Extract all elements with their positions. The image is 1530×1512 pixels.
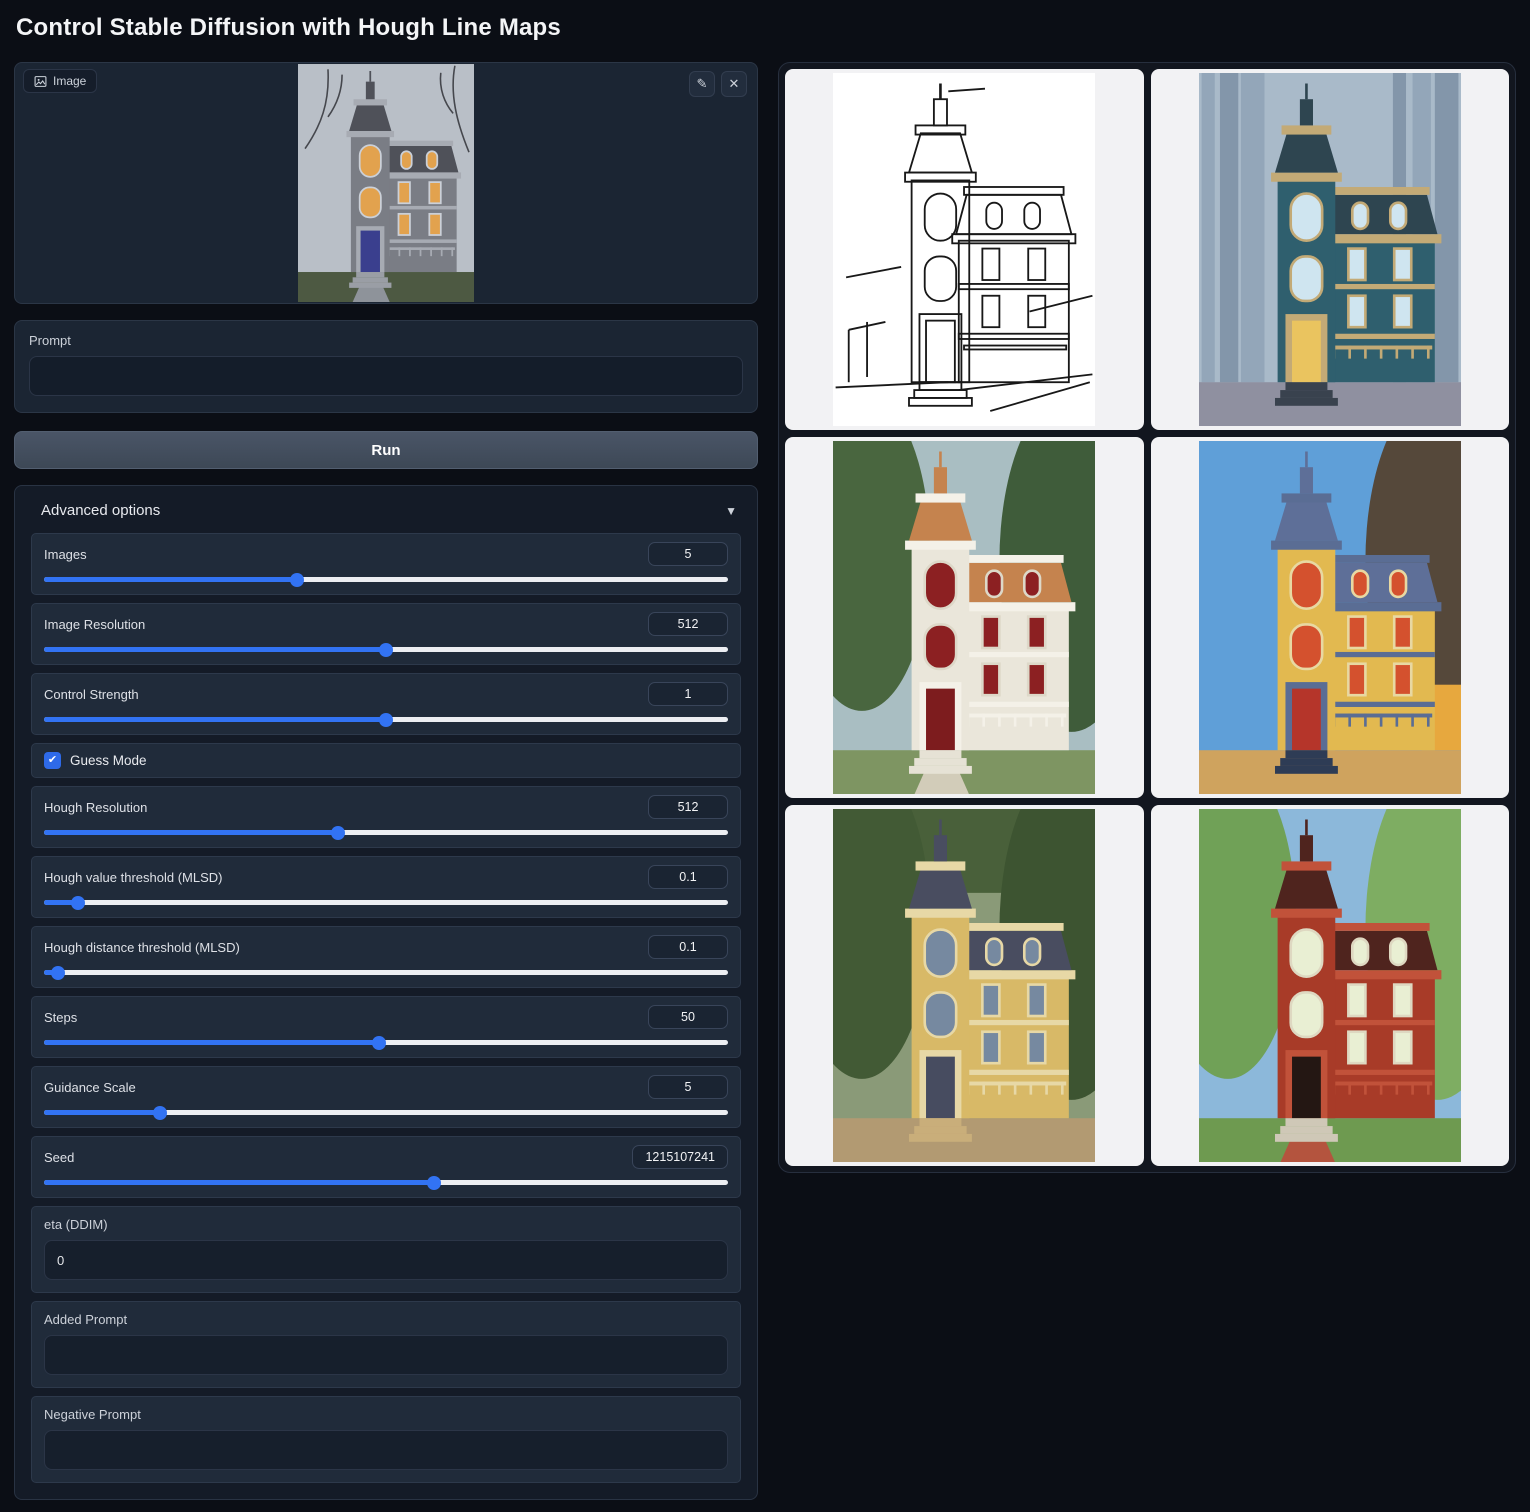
slider-value-box[interactable]: 1215107241	[632, 1145, 728, 1169]
slider-fill	[44, 577, 297, 582]
image-input[interactable]: Image ✎ ✕	[14, 62, 758, 304]
slider-row-image-resolution: Image Resolution 512	[31, 603, 741, 665]
slider-value-box[interactable]: 5	[648, 542, 728, 566]
advanced-options-header[interactable]: Advanced options ▼	[31, 486, 741, 533]
page-title: Control Stable Diffusion with Hough Line…	[16, 14, 1516, 42]
slider-row-seed: Seed 1215107241	[31, 1136, 741, 1198]
slider-label: Seed	[44, 1150, 74, 1165]
slider-track[interactable]	[44, 1110, 728, 1115]
slider-thumb[interactable]	[71, 896, 85, 910]
slider-row-hough-resolution: Hough Resolution 512	[31, 786, 741, 848]
gallery-item-generated-house-white[interactable]	[785, 437, 1144, 798]
gallery-item-hough-line-map[interactable]	[785, 69, 1144, 430]
slider-row-hough-value-threshold-mlsd: Hough value threshold (MLSD) 0.1	[31, 856, 741, 918]
slider-track[interactable]	[44, 577, 728, 582]
advanced-options-panel: Advanced options ▼ Images 5 Image Resoluti…	[14, 485, 758, 1500]
checkbox-check-icon[interactable]: ✔	[44, 752, 61, 769]
slider-thumb[interactable]	[372, 1036, 386, 1050]
slider-track[interactable]	[44, 647, 728, 652]
advanced-rows: Images 5 Image Resolution 512 Control Streng…	[31, 533, 741, 1198]
slider-value-box[interactable]: 50	[648, 1005, 728, 1029]
slider-thumb[interactable]	[427, 1176, 441, 1190]
slider-fill	[44, 1180, 434, 1185]
image-input-label: Image	[23, 69, 97, 93]
slider-fill	[44, 830, 338, 835]
slider-track[interactable]	[44, 1180, 728, 1185]
added-prompt-label: Added Prompt	[44, 1312, 728, 1327]
slider-row-hough-distance-threshold-mlsd: Hough distance threshold (MLSD) 0.1	[31, 926, 741, 988]
slider-label: Hough distance threshold (MLSD)	[44, 940, 240, 955]
eta-input[interactable]	[44, 1240, 728, 1280]
negative-prompt-block: Negative Prompt	[31, 1396, 741, 1483]
edit-image-button[interactable]: ✎	[689, 71, 715, 97]
app-page: Control Stable Diffusion with Hough Line…	[0, 0, 1530, 1512]
slider-track[interactable]	[44, 900, 728, 905]
checkbox-label: Guess Mode	[70, 753, 147, 768]
controls-column: Image ✎ ✕ Prompt Run Advanced options ▼ …	[14, 62, 758, 1500]
slider-value-box[interactable]: 0.1	[648, 865, 728, 889]
slider-value-box[interactable]: 512	[648, 795, 728, 819]
prompt-input[interactable]	[29, 356, 743, 396]
negative-prompt-input[interactable]	[44, 1430, 728, 1470]
output-gallery	[778, 62, 1516, 1173]
chevron-down-icon: ▼	[725, 504, 737, 518]
run-button[interactable]: Run	[14, 431, 758, 469]
eta-label: eta (DDIM)	[44, 1217, 728, 1232]
slider-row-images: Images 5	[31, 533, 741, 595]
slider-label: Steps	[44, 1010, 77, 1025]
pencil-icon: ✎	[697, 76, 708, 92]
slider-value-box[interactable]: 5	[648, 1075, 728, 1099]
slider-row-guidance-scale: Guidance Scale 5	[31, 1066, 741, 1128]
slider-fill	[44, 647, 386, 652]
slider-track[interactable]	[44, 830, 728, 835]
input-image-art[interactable]	[298, 64, 474, 302]
slider-fill	[44, 1110, 160, 1115]
slider-track[interactable]	[44, 717, 728, 722]
slider-track[interactable]	[44, 1040, 728, 1045]
slider-thumb[interactable]	[331, 826, 345, 840]
slider-label: Images	[44, 547, 87, 562]
clear-image-button[interactable]: ✕	[721, 71, 747, 97]
slider-value-box[interactable]: 512	[648, 612, 728, 636]
gallery-item-generated-house-red[interactable]	[1151, 805, 1510, 1166]
slider-label: Hough value threshold (MLSD)	[44, 870, 222, 885]
slider-track[interactable]	[44, 970, 728, 975]
slider-thumb[interactable]	[379, 643, 393, 657]
eta-block: eta (DDIM)	[31, 1206, 741, 1293]
added-prompt-input[interactable]	[44, 1335, 728, 1375]
slider-value-box[interactable]: 0.1	[648, 935, 728, 959]
negative-prompt-label: Negative Prompt	[44, 1407, 728, 1422]
gallery-item-generated-house-yellow[interactable]	[1151, 437, 1510, 798]
gallery-item-generated-house-teal[interactable]	[1151, 69, 1510, 430]
image-input-label-text: Image	[53, 74, 86, 88]
slider-label: Image Resolution	[44, 617, 145, 632]
guess-mode-checkbox[interactable]: ✔ Guess Mode	[31, 743, 741, 778]
slider-row-steps: Steps 50	[31, 996, 741, 1058]
slider-label: Control Strength	[44, 687, 139, 702]
slider-thumb[interactable]	[290, 573, 304, 587]
slider-fill	[44, 1040, 379, 1045]
advanced-options-title: Advanced options	[41, 502, 160, 519]
slider-thumb[interactable]	[153, 1106, 167, 1120]
added-prompt-block: Added Prompt	[31, 1301, 741, 1388]
slider-thumb[interactable]	[379, 713, 393, 727]
image-icon	[34, 75, 47, 88]
slider-value-box[interactable]: 1	[648, 682, 728, 706]
slider-label: Guidance Scale	[44, 1080, 136, 1095]
prompt-block: Prompt	[14, 320, 758, 413]
slider-label: Hough Resolution	[44, 800, 147, 815]
slider-fill	[44, 717, 386, 722]
gallery-item-generated-house-gold[interactable]	[785, 805, 1144, 1166]
slider-row-control-strength: Control Strength 1	[31, 673, 741, 735]
close-icon: ✕	[729, 76, 740, 92]
slider-thumb[interactable]	[51, 966, 65, 980]
prompt-label: Prompt	[29, 333, 743, 348]
